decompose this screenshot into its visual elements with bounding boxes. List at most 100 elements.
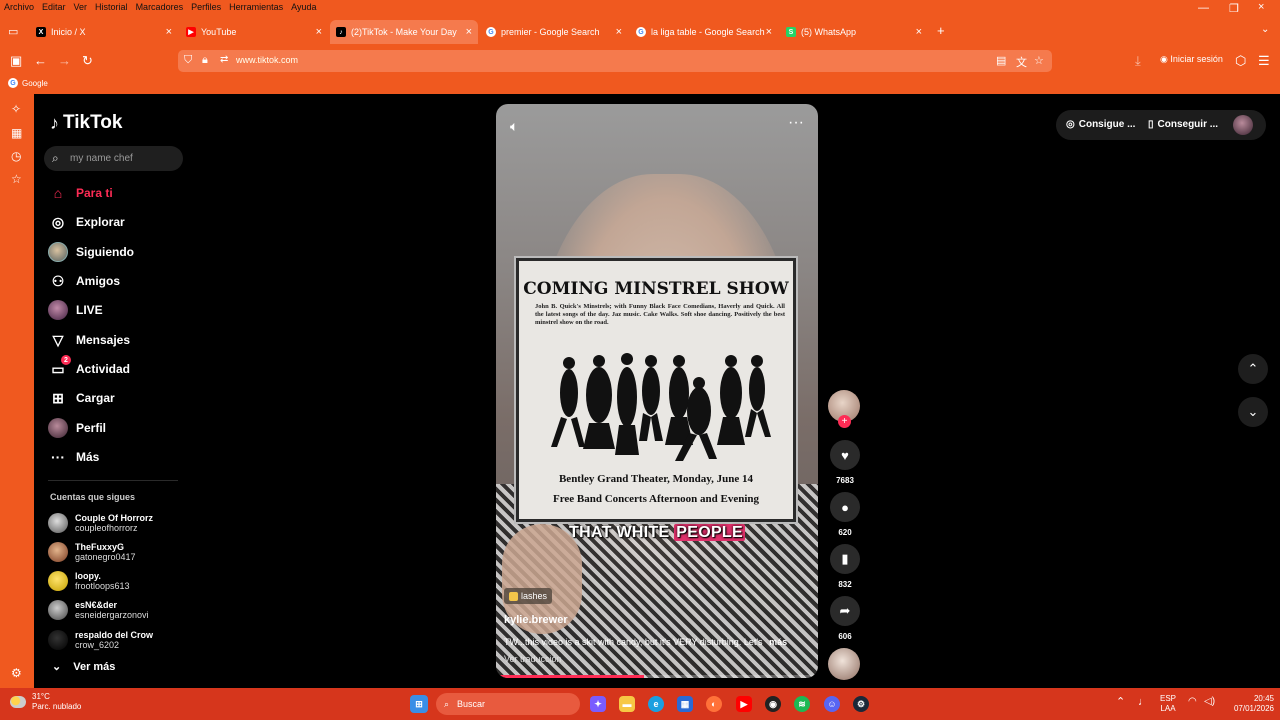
search-input[interactable]: [70, 150, 178, 167]
following-account[interactable]: respaldo del Crow crow_6202: [48, 627, 153, 653]
follow-plus-icon[interactable]: +: [838, 415, 851, 428]
nav-actividad[interactable]: ▭ 2 Actividad: [48, 355, 130, 381]
ai-sparkle-icon[interactable]: ✧: [11, 102, 21, 116]
language-indicator[interactable]: ESP LAA: [1160, 694, 1176, 714]
close-icon[interactable]: ×: [616, 26, 622, 38]
edge-icon[interactable]: e: [648, 696, 664, 712]
bookmarks-icon[interactable]: ☆: [11, 172, 22, 186]
close-icon[interactable]: ×: [466, 26, 472, 38]
save-button[interactable]: ▮: [830, 544, 860, 574]
menu-herramientas[interactable]: Herramientas: [225, 0, 287, 16]
menu-icon[interactable]: ☰: [1258, 53, 1270, 69]
get-app-button[interactable]: ◎ Consigue ...: [1066, 119, 1135, 130]
extensions-icon[interactable]: ⬡: [1235, 53, 1246, 69]
menu-ayuda[interactable]: Ayuda: [287, 0, 320, 16]
permissions-icon[interactable]: ⇄: [220, 54, 228, 65]
nav-amigos[interactable]: ⚇ Amigos: [48, 269, 120, 293]
steam-icon[interactable]: ⚙: [853, 696, 869, 712]
wifi-icon[interactable]: ◠: [1188, 697, 1197, 707]
chrome-icon[interactable]: ◉: [765, 696, 781, 712]
comment-button[interactable]: ●: [830, 492, 860, 522]
search-box[interactable]: ⌕: [44, 146, 183, 171]
back-icon[interactable]: ←: [34, 53, 47, 68]
url-text[interactable]: www.tiktok.com: [236, 55, 298, 65]
search-icon[interactable]: ⌕: [52, 151, 59, 166]
nav-para-ti[interactable]: ⌂ Para ti: [48, 181, 113, 205]
volume-icon[interactable]: 🔈︎: [510, 118, 518, 135]
profile-avatar[interactable]: [1233, 115, 1253, 135]
sound-avatar[interactable]: [828, 648, 860, 680]
nav-mensajes[interactable]: ▽ Mensajes: [48, 328, 130, 352]
close-icon[interactable]: ×: [166, 26, 172, 38]
sidebar-toggle-icon[interactable]: ▣: [10, 53, 22, 69]
nav-explorar[interactable]: ◎ Explorar: [48, 210, 125, 234]
new-tab-icon[interactable]: +: [937, 23, 945, 38]
tab-overflow-icon[interactable]: ⌄: [1261, 24, 1269, 35]
settings-icon[interactable]: ⚙: [11, 666, 22, 680]
tab-x[interactable]: X Inicio / X ×: [30, 20, 178, 44]
shield-icon[interactable]: ⛉: [184, 54, 192, 67]
close-icon[interactable]: ×: [316, 26, 322, 38]
close-icon[interactable]: ×: [916, 26, 922, 38]
nav-perfil[interactable]: Perfil: [48, 416, 106, 440]
tiktok-logo[interactable]: ♪ TikTok: [50, 112, 122, 134]
tab-youtube[interactable]: ▶ YouTube ×: [180, 20, 328, 44]
video-progress-bar[interactable]: [496, 675, 818, 678]
tab-whatsapp[interactable]: S (5) WhatsApp ×: [780, 20, 928, 44]
reload-icon[interactable]: ↻: [82, 53, 93, 69]
close-icon[interactable]: ×: [766, 26, 772, 38]
see-translation-link[interactable]: Ver traducción: [504, 654, 562, 664]
windows-start-icon[interactable]: ⊞: [410, 695, 428, 713]
minimize-icon[interactable]: —: [1198, 2, 1209, 14]
bookmark-google[interactable]: Google: [22, 79, 48, 88]
video-author[interactable]: kylie.brewer: [504, 614, 568, 626]
store-icon[interactable]: ▦: [677, 696, 693, 712]
copilot-icon[interactable]: ✦: [590, 696, 606, 712]
following-account[interactable]: loopy. frootloops613: [48, 568, 130, 594]
lock-icon[interactable]: 🔒︎: [202, 54, 208, 67]
history-icon[interactable]: ◷: [11, 149, 21, 163]
url-bar[interactable]: ⛉ 🔒︎ ⇄ www.tiktok.com ▤ 文 ☆: [178, 50, 1052, 72]
tray-expand-icon[interactable]: ⌃: [1116, 697, 1125, 708]
menu-historial[interactable]: Historial: [91, 0, 132, 16]
get-desktop-button[interactable]: ▯ Conseguir ...: [1148, 119, 1218, 130]
share-button[interactable]: ➦: [830, 596, 860, 626]
nav-cargar[interactable]: ⊞ Cargar: [48, 386, 115, 410]
weather-widget[interactable]: 31°C Parc. nublado: [10, 692, 81, 712]
video-player[interactable]: COMING MINSTREL SHOW John B. Quick's Min…: [496, 104, 818, 678]
reader-view-icon[interactable]: ▤: [996, 54, 1006, 67]
following-account[interactable]: Couple Of Horrorz coupleofhorrorz: [48, 510, 153, 536]
tab-premier[interactable]: G premier - Google Search ×: [480, 20, 628, 44]
bookmark-star-icon[interactable]: ☆: [1034, 54, 1044, 67]
microphone-icon[interactable]: ♩: [1138, 697, 1149, 708]
menu-archivo[interactable]: Archivo: [0, 0, 38, 16]
following-account[interactable]: esN€&der esneidergarzonovi: [48, 597, 149, 623]
window-close-icon[interactable]: ×: [1258, 1, 1264, 13]
following-account[interactable]: TheFuxxyG gatonegro0417: [48, 539, 136, 565]
discord-icon[interactable]: ☺: [824, 696, 840, 712]
nav-live[interactable]: LIVE: [48, 298, 103, 322]
youtube-app-icon[interactable]: ▶: [736, 696, 752, 712]
taskbar-search[interactable]: ⌕ Buscar: [436, 693, 580, 715]
file-explorer-icon[interactable]: ▬: [619, 696, 635, 712]
effect-tag[interactable]: lashes: [504, 588, 553, 604]
menu-editar[interactable]: Editar: [38, 0, 70, 16]
forward-icon[interactable]: →: [58, 53, 71, 68]
tab-laliga[interactable]: G la liga table - Google Search ×: [630, 20, 778, 44]
like-button[interactable]: ♥: [830, 440, 860, 470]
menu-perfiles[interactable]: Perfiles: [187, 0, 225, 16]
translate-icon[interactable]: 文: [1016, 54, 1027, 70]
nav-mas[interactable]: ··· Más: [48, 445, 99, 469]
download-icon[interactable]: ⤓: [1135, 53, 1141, 69]
menu-ver[interactable]: Ver: [70, 0, 92, 16]
spotify-icon[interactable]: ≋: [794, 696, 810, 712]
more-options-icon[interactable]: ···: [788, 114, 804, 132]
next-video-button[interactable]: ⌄: [1238, 397, 1268, 427]
clock[interactable]: 20:45 07/01/2026: [1224, 694, 1274, 714]
nav-siguiendo[interactable]: Siguiendo: [48, 240, 134, 264]
restore-icon[interactable]: ❐: [1229, 2, 1239, 15]
firefox-icon[interactable]: ◐: [706, 696, 722, 712]
description-more-link[interactable]: más: [769, 637, 787, 647]
volume-tray-icon[interactable]: ◁): [1204, 697, 1215, 707]
tab-tiktok[interactable]: ♪ (2)TikTok - Make Your Day ×: [330, 20, 478, 44]
